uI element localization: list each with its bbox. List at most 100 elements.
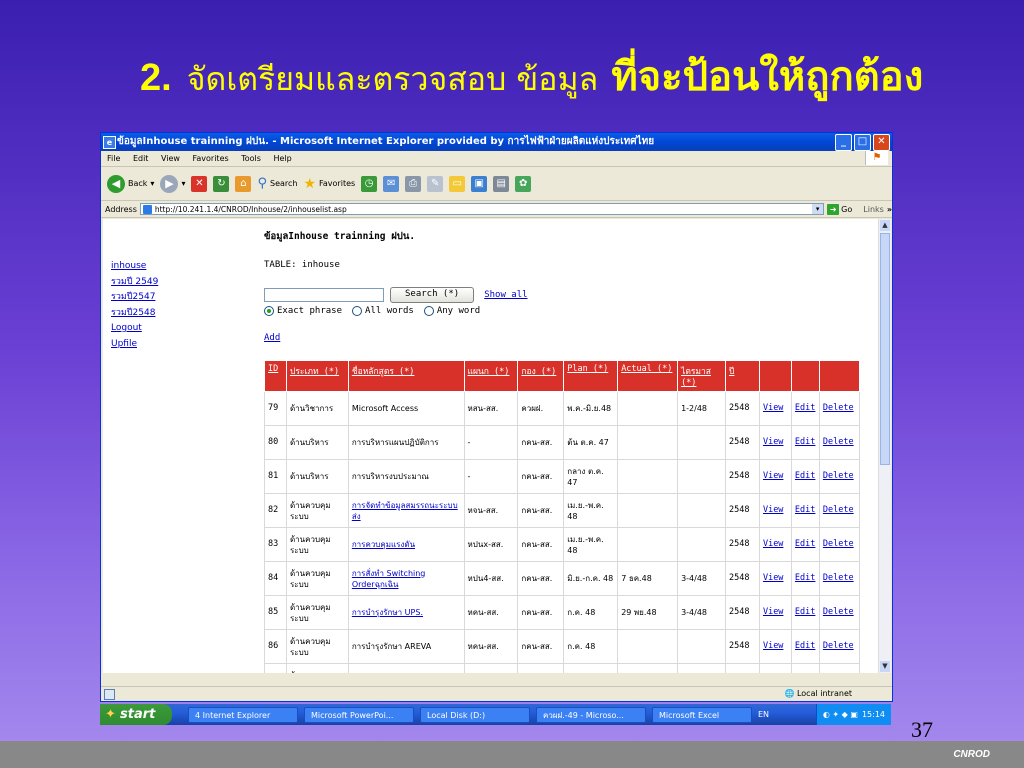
table-cell[interactable]: การจัดทำข้อมูลสมรรถนะระบบส่ง	[347, 493, 465, 528]
column-header[interactable]: Actual (*)	[617, 360, 679, 392]
print-icon[interactable]: ⎙	[405, 175, 422, 192]
menu-tools[interactable]: Tools	[241, 154, 261, 163]
minimize-button[interactable]: _	[835, 134, 852, 151]
edit-link[interactable]: Edit	[795, 505, 815, 515]
course-link[interactable]: การควบคุมแรงดัน	[352, 540, 415, 549]
edit-link[interactable]: Edit	[795, 471, 815, 481]
column-header[interactable]: กอง (*)	[517, 360, 565, 392]
table-cell[interactable]: View	[758, 527, 792, 562]
vertical-scrollbar[interactable]: ▲ ▼	[878, 219, 891, 673]
delete-link[interactable]: Delete	[823, 607, 854, 617]
home-icon[interactable]: ⌂	[235, 175, 252, 192]
tray-icons[interactable]: ◐ ✦ ◆ ▣	[823, 710, 858, 719]
table-cell[interactable]: View	[758, 493, 792, 528]
view-link[interactable]: View	[763, 505, 783, 515]
delete-link[interactable]: Delete	[823, 539, 854, 549]
address-dropdown-icon[interactable]: ▾	[812, 204, 824, 214]
delete-link[interactable]: Delete	[823, 471, 854, 481]
table-cell[interactable]: Edit	[790, 425, 820, 460]
column-header[interactable]: Plan (*)	[563, 360, 619, 392]
edit-link[interactable]: Edit	[795, 573, 815, 583]
table-cell[interactable]: View	[758, 459, 792, 494]
radio-exact-phrase[interactable]: Exact phrase	[264, 306, 342, 316]
menu-help[interactable]: Help	[273, 154, 291, 163]
address-input[interactable]: http://10.241.1.4/CNROD/Inhouse/2/inhous…	[139, 203, 825, 215]
table-cell[interactable]: View	[758, 595, 792, 630]
edit-icon[interactable]: ✎	[427, 175, 444, 192]
table-cell[interactable]: Delete	[818, 595, 861, 630]
delete-link[interactable]: Delete	[823, 403, 854, 413]
table-cell[interactable]: View	[758, 391, 792, 426]
table-cell[interactable]: View	[758, 425, 792, 460]
column-header[interactable]: ปี	[725, 360, 760, 392]
table-cell[interactable]: View	[758, 561, 792, 596]
table-cell[interactable]: Edit	[790, 595, 820, 630]
scroll-down-icon[interactable]: ▼	[880, 661, 890, 672]
history-icon[interactable]: ◷	[361, 175, 378, 192]
sidebar-item-inhouse[interactable]: inhouse	[111, 259, 158, 275]
column-header[interactable]: ไตรมาส (*)	[677, 360, 726, 392]
view-link[interactable]: View	[763, 539, 783, 549]
delete-link[interactable]: Delete	[823, 573, 854, 583]
sidebar-item-logout[interactable]: Logout	[111, 321, 158, 337]
scroll-up-icon[interactable]: ▲	[880, 220, 890, 231]
maximize-button[interactable]: □	[854, 134, 871, 151]
table-cell[interactable]: Edit	[790, 459, 820, 494]
search-input[interactable]	[264, 288, 384, 302]
task-word[interactable]: ควผฝ.-49 - Microso...	[536, 706, 646, 723]
add-link[interactable]: Add	[264, 333, 860, 343]
course-link[interactable]: การบำรุงรักษา UPS.	[352, 608, 423, 617]
table-cell[interactable]: Edit	[790, 663, 820, 673]
view-link[interactable]: View	[763, 641, 783, 651]
table-cell[interactable]: Edit	[790, 493, 820, 528]
table-cell[interactable]: View	[758, 663, 792, 673]
sidebar-item-2548[interactable]: รวมปี2548	[111, 306, 158, 322]
table-cell[interactable]: Delete	[818, 561, 861, 596]
folder-icon[interactable]: ▭	[449, 175, 466, 192]
links-label[interactable]: Links	[863, 205, 884, 214]
mail-icon[interactable]: ✉	[383, 175, 400, 192]
course-link[interactable]: การจัดทำข้อมูลสมรรถนะระบบส่ง	[352, 501, 458, 521]
table-cell[interactable]: การบำรุงรักษา UPS.	[347, 595, 465, 630]
stop-icon[interactable]: ✕	[191, 175, 208, 192]
task-powerpoint[interactable]: Microsoft PowerPoi...	[304, 706, 414, 723]
table-cell[interactable]: การสั่งทำ Switching Orderฉุกเฉิน	[347, 561, 465, 596]
scroll-thumb[interactable]	[880, 233, 890, 465]
table-cell[interactable]: Delete	[818, 459, 861, 494]
table-cell[interactable]: Edit	[790, 527, 820, 562]
table-cell[interactable]: Edit	[790, 391, 820, 426]
view-link[interactable]: View	[763, 403, 783, 413]
show-all-link[interactable]: Show all	[484, 290, 527, 300]
table-cell[interactable]: Delete	[818, 663, 861, 673]
course-link[interactable]: การสั่งทำ Switching Orderฉุกเฉิน	[352, 569, 426, 589]
refresh-icon[interactable]: ↻	[213, 175, 230, 192]
table-cell[interactable]: การรายงานข้อมูล	[347, 663, 465, 673]
menu-view[interactable]: View	[161, 154, 180, 163]
view-link[interactable]: View	[763, 607, 783, 617]
edit-link[interactable]: Edit	[795, 437, 815, 447]
table-cell[interactable]: Delete	[818, 629, 861, 664]
delete-link[interactable]: Delete	[823, 505, 854, 515]
messenger-icon[interactable]: ✿	[515, 175, 532, 192]
menu-edit[interactable]: Edit	[133, 154, 149, 163]
delete-link[interactable]: Delete	[823, 437, 854, 447]
sidebar-item-2549[interactable]: รวมปี 2549	[111, 275, 158, 291]
task-local-disk[interactable]: Local Disk (D:)	[420, 706, 530, 723]
window-titlebar[interactable]: e ข้อมูลInhouse trainning ฝปน. - Microso…	[101, 133, 892, 151]
task-ie[interactable]: 4 Internet Explorer	[188, 706, 298, 723]
favorites-button[interactable]: ★ Favorites	[303, 176, 355, 192]
edit-link[interactable]: Edit	[795, 539, 815, 549]
table-cell[interactable]: การควบคุมแรงดัน	[347, 527, 465, 562]
discuss-icon[interactable]: ▣	[471, 175, 488, 192]
go-button[interactable]: ➜ Go	[827, 203, 852, 215]
delete-link[interactable]: Delete	[823, 641, 854, 651]
view-link[interactable]: View	[763, 573, 783, 583]
table-cell[interactable]: Edit	[790, 561, 820, 596]
start-button[interactable]: start	[100, 704, 172, 725]
radio-any-word[interactable]: Any word	[423, 306, 480, 316]
edit-link[interactable]: Edit	[795, 403, 815, 413]
table-cell[interactable]: Delete	[818, 391, 861, 426]
column-header[interactable]: ID	[264, 360, 287, 392]
column-header[interactable]: แผนก (*)	[463, 360, 519, 392]
menu-file[interactable]: File	[107, 154, 120, 163]
